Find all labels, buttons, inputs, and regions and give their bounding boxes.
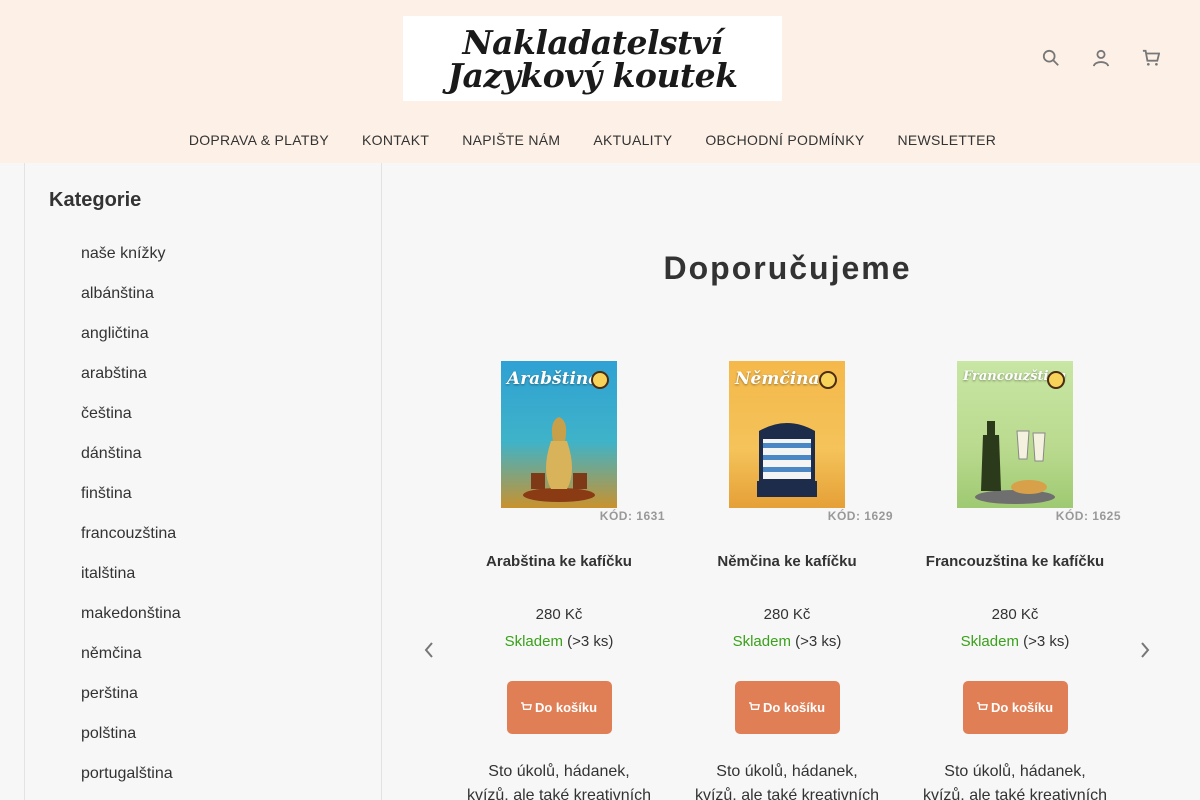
carousel-prev-arrow[interactable] — [422, 640, 436, 660]
description-line: Sto úkolů, hádanek, — [944, 763, 1086, 780]
main-nav: DOPRAVA & PLATBY KONTAKT NAPIŠTE NÁM AKT… — [0, 132, 1185, 148]
product-card: Francouzština KÓD: 1625 Francouzština ke… — [909, 361, 1121, 800]
category-item[interactable]: arabština — [81, 364, 181, 404]
category-item[interactable]: dánština — [81, 444, 181, 484]
product-sku: KÓD: 1631 — [599, 509, 665, 523]
cart-icon — [748, 702, 760, 711]
product-description: Sto úkolů, hádanek, kvízů, ale také krea… — [453, 760, 665, 800]
cart-icon — [976, 702, 988, 711]
product-card: Němčina KÓD: 1629 Němčina ke kafíčku 280… — [681, 361, 893, 800]
nav-newsletter[interactable]: NEWSLETTER — [881, 132, 1013, 148]
user-icon[interactable] — [1090, 48, 1112, 68]
coffee-badge-icon — [1047, 371, 1065, 389]
stock-quantity: (>3 ks) — [567, 633, 614, 650]
nav-obchodni-podminky[interactable]: OBCHODNÍ PODMÍNKY — [689, 132, 881, 148]
category-item[interactable]: portugalština — [81, 764, 181, 800]
stock-status: Skladem — [732, 633, 791, 650]
category-item[interactable]: francouzština — [81, 524, 181, 564]
stock-info: Skladem (>3 ks) — [453, 633, 665, 650]
product-cover-image[interactable]: Němčina — [729, 361, 845, 508]
description-line: kvízů, ale také kreativních — [694, 787, 880, 800]
stock-quantity: (>3 ks) — [795, 633, 842, 650]
category-item[interactable]: polština — [81, 724, 181, 764]
add-to-cart-label: Do košíku — [762, 700, 826, 715]
coffee-pot-illustration — [523, 417, 595, 502]
description-line: Sto úkolů, hádanek, — [716, 763, 858, 780]
cart-icon — [520, 702, 532, 711]
product-price: 280 Kč — [763, 606, 811, 623]
nav-aktuality[interactable]: AKTUALITY — [577, 132, 689, 148]
stock-info: Skladem (>3 ks) — [909, 633, 1121, 650]
product-name[interactable]: Francouzština ke kafíčku — [909, 550, 1121, 598]
section-title: Doporučujeme — [663, 250, 912, 286]
description-line: kvízů, ale také kreativních — [922, 787, 1108, 800]
add-to-cart-button[interactable]: Do košíku — [962, 681, 1068, 734]
product-price: 280 Kč — [535, 606, 583, 623]
product-price: 280 Kč — [991, 606, 1039, 623]
site-logo[interactable]: Nakladatelství Jazykový koutek — [403, 16, 782, 101]
stock-status: Skladem — [504, 633, 563, 650]
coffee-badge-icon — [819, 371, 837, 389]
nav-kontakt[interactable]: KONTAKT — [346, 132, 446, 148]
description-line: Sto úkolů, hádanek, — [488, 763, 630, 780]
sidebar-title: Kategorie — [49, 189, 142, 211]
category-item[interactable]: němčina — [81, 644, 181, 684]
product-name[interactable]: Němčina ke kafíčku — [681, 550, 893, 598]
description-line: kvízů, ale také kreativních — [466, 787, 652, 800]
product-cover-image[interactable]: Francouzština — [957, 361, 1073, 508]
carousel-next-arrow[interactable] — [1138, 640, 1152, 660]
category-item[interactable]: čeština — [81, 404, 181, 444]
site-header: Nakladatelství Jazykový koutek DOPRAVA &… — [0, 0, 1200, 163]
search-icon[interactable] — [1040, 48, 1062, 68]
category-item[interactable]: makedonština — [81, 604, 181, 644]
stock-quantity: (>3 ks) — [1023, 633, 1070, 650]
category-item[interactable]: italština — [81, 564, 181, 604]
product-name[interactable]: Arabština ke kafíčku — [453, 550, 665, 598]
cover-title: Arabština — [507, 369, 600, 389]
category-item[interactable]: angličtina — [81, 324, 181, 364]
coffee-badge-icon — [591, 371, 609, 389]
add-to-cart-label: Do košíku — [534, 700, 598, 715]
logo-line-1: Nakladatelství — [462, 22, 723, 62]
stock-info: Skladem (>3 ks) — [681, 633, 893, 650]
cart-icon[interactable] — [1140, 48, 1162, 68]
product-description: Sto úkolů, hádanek, kvízů, ale také krea… — [909, 760, 1121, 800]
product-sku: KÓD: 1629 — [827, 509, 893, 523]
beach-chair-illustration — [757, 423, 817, 497]
add-to-cart-label: Do košíku — [990, 700, 1054, 715]
category-list: naše knížky albánština angličtina arabšt… — [81, 244, 181, 800]
nav-napiste-nam[interactable]: NAPIŠTE NÁM — [446, 132, 577, 148]
stock-status: Skladem — [960, 633, 1019, 650]
product-sku: KÓD: 1625 — [1055, 509, 1121, 523]
logo-line-2: Jazykový koutek — [447, 55, 738, 95]
add-to-cart-button[interactable]: Do košíku — [734, 681, 840, 734]
nav-doprava-platby[interactable]: DOPRAVA & PLATBY — [172, 132, 345, 148]
header-icons — [1040, 48, 1162, 68]
product-cover-image[interactable]: Arabština — [501, 361, 617, 508]
category-item[interactable]: perština — [81, 684, 181, 724]
category-item[interactable]: albánština — [81, 284, 181, 324]
cover-title: Němčina — [735, 369, 820, 389]
product-description: Sto úkolů, hádanek, kvízů, ale také krea… — [681, 760, 893, 800]
champagne-illustration — [975, 421, 1055, 504]
category-item[interactable]: finština — [81, 484, 181, 524]
product-card: Arabština KÓD: 1631 Arabština ke kafíčku… — [453, 361, 665, 800]
add-to-cart-button[interactable]: Do košíku — [506, 681, 612, 734]
